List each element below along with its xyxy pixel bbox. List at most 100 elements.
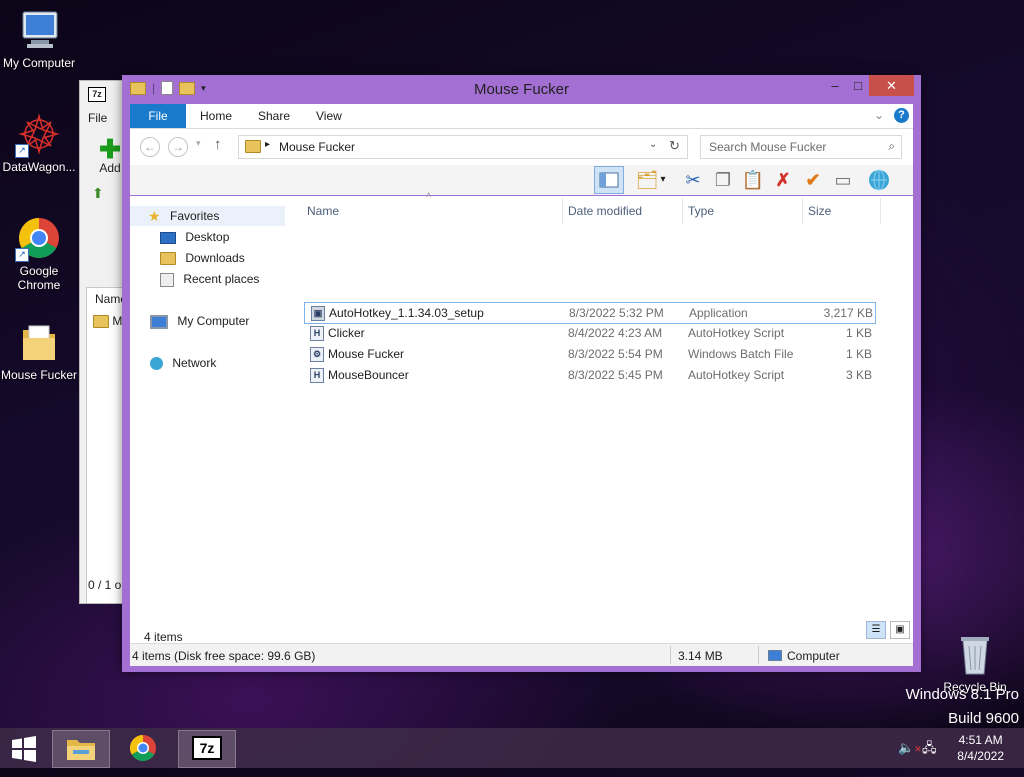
folder-icon	[245, 140, 261, 153]
nav-desktop[interactable]: Desktop	[160, 227, 229, 247]
tab-share[interactable]: Share	[244, 104, 304, 128]
sevenzip-row[interactable]: M	[93, 314, 122, 329]
file-date: 8/3/2022 5:54 PM	[568, 347, 663, 361]
ribbon-tabs: File Home Share View ⌄ ?	[130, 104, 913, 129]
nav-network[interactable]: Network	[150, 353, 216, 373]
sort-arrow-icon: ˄	[426, 190, 432, 200]
navigation-pane: ★ Favorites Desktop Downloads Recent pla…	[130, 196, 285, 643]
close-button[interactable]: ✕	[869, 75, 914, 96]
desktop-icon-datawagon[interactable]: ↗ DataWagon...	[0, 112, 78, 174]
status-divider	[670, 646, 671, 664]
nav-label: Favorites	[170, 209, 220, 223]
back-button[interactable]: ←	[140, 137, 160, 157]
file-list: ˄ Name Date modified Type Size ▣ AutoHot…	[296, 190, 913, 643]
datawagon-logo-icon: ↗	[15, 112, 61, 158]
chrome-icon: ↗	[15, 216, 61, 262]
file-name: AutoHotkey_1.1.34.03_setup	[329, 306, 484, 320]
address-bar[interactable]: ▸ Mouse Fucker ⌄ ↻	[238, 135, 688, 159]
search-box[interactable]: Search Mouse Fucker ⌕	[700, 135, 902, 159]
column-divider[interactable]	[880, 198, 881, 224]
tab-file[interactable]: File	[130, 104, 186, 128]
network-icon	[150, 357, 163, 371]
delete-icon[interactable]: ✗	[770, 168, 796, 192]
column-divider[interactable]	[802, 198, 803, 224]
column-size[interactable]: Size	[808, 204, 831, 218]
build-watermark: Build 9600	[948, 710, 1019, 727]
minimize-button[interactable]: –	[822, 75, 848, 96]
nav-favorites[interactable]: ★ Favorites	[130, 206, 285, 226]
sevenzip-icon: 7z	[192, 736, 222, 760]
desktop-icon-chrome[interactable]: ↗ Google Chrome	[0, 216, 78, 292]
refresh-icon[interactable]: ↻	[669, 138, 680, 154]
maximize-button[interactable]: □	[848, 75, 868, 96]
file-date: 8/3/2022 5:32 PM	[569, 306, 664, 320]
properties-check-icon[interactable]: ✔	[800, 168, 826, 192]
search-icon[interactable]: ⌕	[888, 139, 895, 154]
ahk-script-icon: H	[310, 326, 324, 341]
file-type: Windows Batch File	[688, 347, 794, 361]
copy-icon[interactable]: ❐	[710, 168, 736, 192]
file-row[interactable]: ▣ AutoHotkey_1.1.34.03_setup 8/3/2022 5:…	[304, 302, 876, 324]
forward-button[interactable]: →	[168, 137, 188, 157]
nav-my-computer[interactable]: My Computer	[150, 311, 249, 331]
sevenzip-up-icon[interactable]: ⬆	[92, 185, 104, 202]
breadcrumb-chevron-icon[interactable]: ▸	[265, 139, 270, 150]
volume-muted-icon[interactable]: 🔈✕	[898, 740, 922, 756]
sevenzip-status: 0 / 1 o	[88, 578, 122, 592]
file-row[interactable]: ⚙ Mouse Fucker 8/3/2022 5:54 PM Windows …	[304, 344, 874, 364]
taskbar: 7z 🔈✕ 🖧 4:51 AM 8/4/2022	[0, 728, 1024, 768]
desktop-icon-my-computer[interactable]: My Computer	[0, 8, 78, 70]
windows-edition-watermark: Windows 8.1 Pro	[905, 686, 1019, 703]
recycle-bin-icon	[953, 632, 997, 676]
start-button[interactable]	[0, 730, 48, 766]
globe-icon[interactable]	[866, 168, 892, 192]
column-type[interactable]: Type	[688, 204, 714, 218]
file-row[interactable]: H MouseBouncer 8/3/2022 5:45 PM AutoHotk…	[304, 365, 874, 385]
address-row: ← → ▾ ↑ ▸ Mouse Fucker ⌄ ↻ Search Mouse …	[130, 129, 913, 165]
file-type: AutoHotkey Script	[688, 326, 785, 340]
desktop-icon-mouse-fucker-folder[interactable]: Mouse Fucker	[0, 320, 78, 382]
column-divider[interactable]	[562, 198, 563, 224]
computer-icon	[768, 650, 782, 661]
file-name: Mouse Fucker	[328, 347, 405, 361]
taskbar-explorer-button[interactable]	[52, 730, 110, 768]
cut-icon[interactable]: ✂	[680, 168, 706, 192]
explorer-window[interactable]: | ▾ Mouse Fucker – □ ✕ File Home Share V…	[122, 75, 921, 672]
preview-pane-icon[interactable]	[594, 166, 624, 194]
tab-home[interactable]: Home	[186, 104, 246, 128]
sevenzip-menu-file[interactable]: File	[88, 111, 107, 125]
taskbar-7zip-button[interactable]: 7z	[178, 730, 236, 768]
paste-icon[interactable]: 📋	[740, 168, 766, 192]
nav-recent-places[interactable]: Recent places	[160, 269, 259, 289]
help-icon[interactable]: ?	[894, 108, 909, 123]
nav-downloads[interactable]: Downloads	[160, 248, 245, 268]
taskbar-chrome-button[interactable]	[115, 730, 171, 766]
up-button[interactable]: ↑	[214, 136, 222, 153]
address-dropdown-icon[interactable]: ⌄	[649, 139, 657, 150]
details-view-button[interactable]: ☰	[866, 621, 886, 639]
file-row[interactable]: H Clicker 8/4/2022 4:23 AM AutoHotkey Sc…	[304, 323, 874, 343]
desktop-icon-label: Mouse Fucker	[0, 368, 78, 382]
desktop-icon-recycle-bin[interactable]: Recycle Bin	[936, 632, 1014, 694]
nav-label: Network	[172, 356, 217, 370]
column-name[interactable]: Name	[307, 204, 339, 218]
status-size: 3.14 MB	[678, 649, 723, 663]
shortcut-arrow-icon: ↗	[15, 144, 29, 158]
file-name: Clicker	[328, 326, 365, 340]
nav-label: Recent places	[183, 272, 260, 286]
clock[interactable]: 4:51 AM 8/4/2022	[957, 732, 1004, 764]
title-bar[interactable]: | ▾ Mouse Fucker – □ ✕	[122, 75, 921, 103]
batch-file-icon: ⚙	[310, 347, 324, 362]
network-tray-icon[interactable]: 🖧	[922, 739, 937, 761]
folder-icon	[17, 320, 61, 364]
status-divider	[758, 646, 759, 664]
sevenzip-app-icon: 7z	[88, 87, 106, 102]
recent-locations-icon[interactable]: ▾	[196, 138, 201, 149]
column-divider[interactable]	[682, 198, 683, 224]
tab-view[interactable]: View	[302, 104, 356, 128]
ribbon-expand-icon[interactable]: ⌄	[874, 108, 884, 122]
rename-icon[interactable]: ▭	[830, 168, 856, 192]
view-dropdown-icon[interactable]: ▾	[656, 168, 670, 192]
large-icons-view-button[interactable]: ▣	[890, 621, 910, 639]
column-date[interactable]: Date modified	[568, 204, 642, 218]
